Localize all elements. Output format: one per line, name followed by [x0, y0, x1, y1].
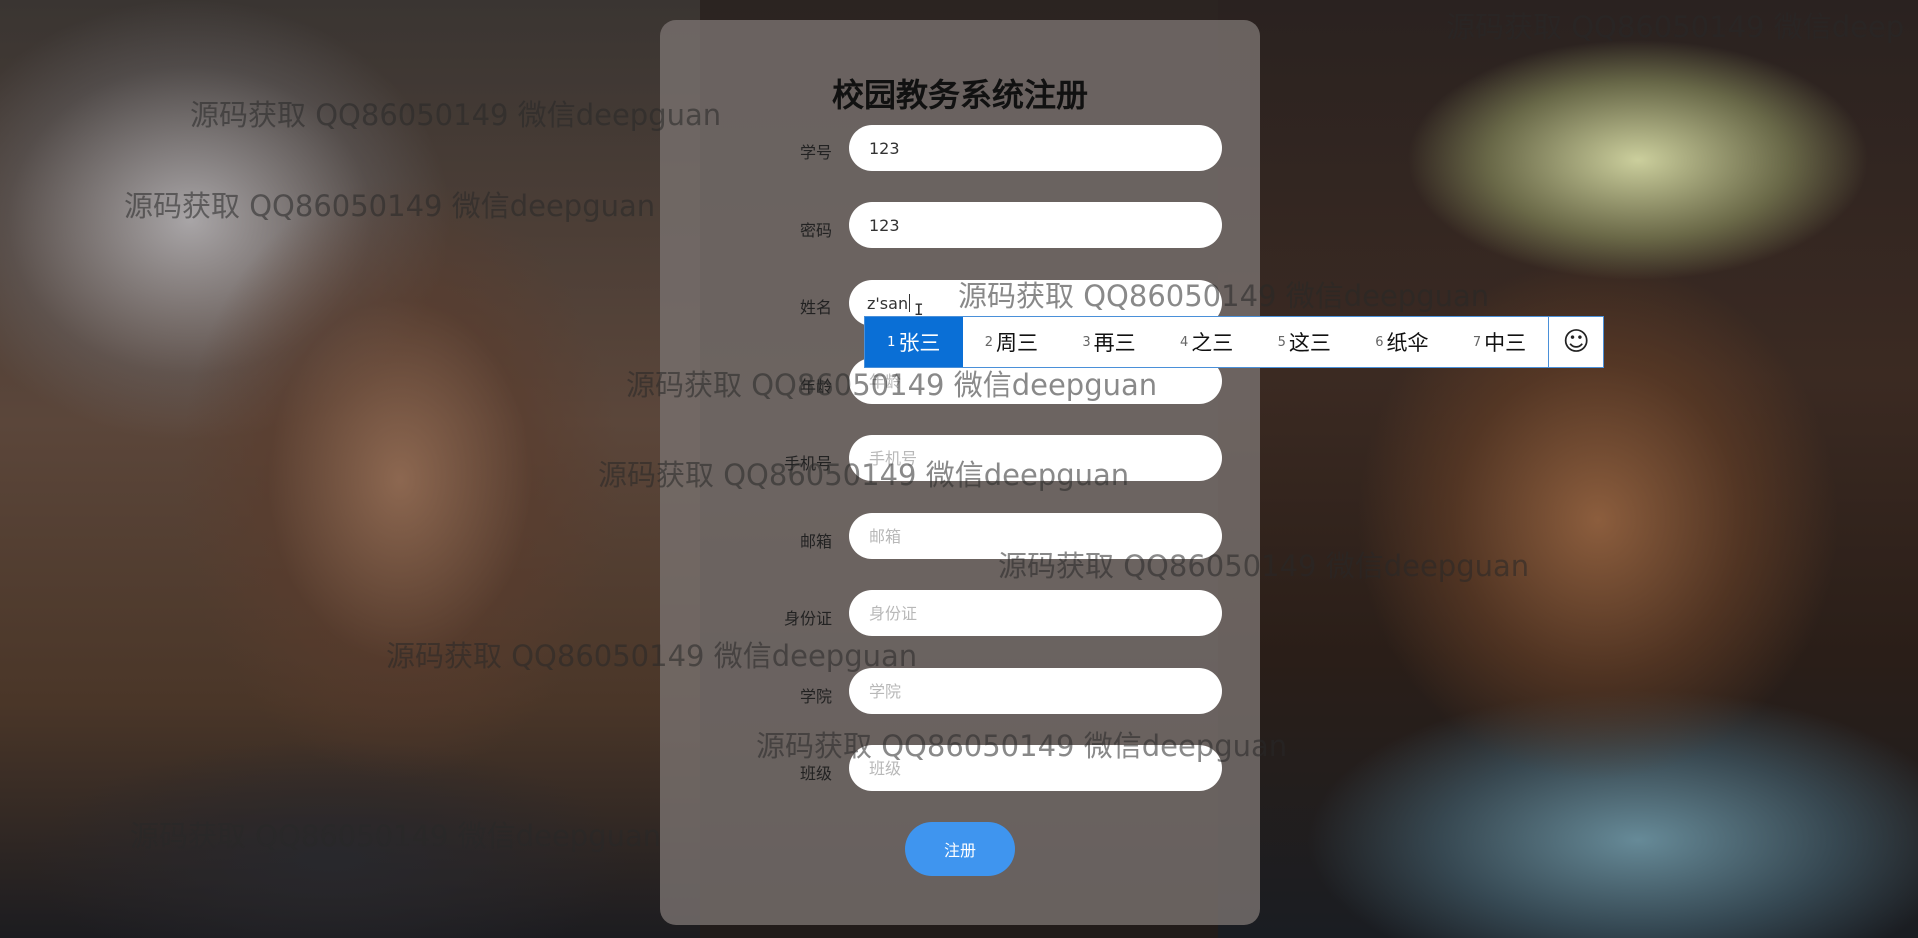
page: 校园教务系统注册 学号 密码 姓名 z'san 年龄 手机号 邮箱 身份证 学院… [0, 0, 1918, 938]
id-card-field[interactable] [849, 590, 1222, 636]
id-card-input[interactable] [867, 602, 1204, 624]
ime-candidate-text: 再三 [1093, 331, 1136, 355]
ime-candidate-text: 中三 [1484, 331, 1527, 355]
ime-candidate-bar: 1 张三 2 周三 3 再三 4 之三 5 这三 6 纸伞 7 中三 ☺ [864, 316, 1604, 368]
ime-candidate-1[interactable]: 1 张三 [865, 317, 963, 367]
ime-candidate-4[interactable]: 4 之三 [1158, 317, 1256, 367]
age-label: 年龄 [799, 377, 832, 396]
ime-candidate-2[interactable]: 2 周三 [963, 317, 1061, 367]
smiley-icon[interactable]: ☺ [1548, 317, 1603, 367]
ime-candidate-7[interactable]: 7 中三 [1451, 317, 1549, 367]
student-id-input[interactable] [867, 137, 1204, 159]
ime-candidate-text: 之三 [1191, 331, 1234, 355]
phone-field[interactable] [849, 435, 1222, 481]
class-input[interactable] [867, 757, 1204, 779]
college-label: 学院 [799, 687, 832, 706]
email-input[interactable] [867, 525, 1204, 547]
id-card-label: 身份证 [783, 609, 832, 628]
page-title: 校园教务系统注册 [831, 76, 1088, 114]
name-composition-text[interactable]: z'san [867, 294, 908, 313]
phone-label: 手机号 [783, 454, 832, 473]
email-label: 邮箱 [799, 532, 832, 551]
text-caret [909, 294, 911, 312]
ime-candidate-5[interactable]: 5 这三 [1255, 317, 1353, 367]
ime-candidate-text: 这三 [1288, 331, 1331, 355]
background-photo-right [1218, 0, 1918, 938]
ime-candidate-index: 4 [1179, 334, 1189, 350]
ime-candidate-index: 3 [1082, 334, 1091, 350]
ime-candidate-index: 6 [1375, 334, 1384, 350]
ime-candidate-index: 2 [984, 334, 994, 350]
password-input[interactable] [867, 214, 1204, 236]
ime-candidate-index: 7 [1472, 334, 1482, 350]
ime-candidate-6[interactable]: 6 纸伞 [1353, 317, 1451, 367]
phone-input[interactable] [867, 447, 1204, 469]
ime-candidate-index: 1 [887, 334, 896, 350]
ime-candidate-3[interactable]: 3 再三 [1060, 317, 1158, 367]
college-field[interactable] [849, 668, 1222, 714]
ime-candidate-index: 5 [1277, 334, 1286, 350]
class-field[interactable] [849, 745, 1222, 791]
student-id-label: 学号 [799, 143, 832, 162]
name-label: 姓名 [799, 298, 832, 317]
background-photo-left [0, 0, 700, 938]
ime-candidate-text: 周三 [996, 331, 1039, 355]
ibeam-cursor-icon: I [914, 300, 924, 319]
student-id-field[interactable] [849, 125, 1222, 171]
college-input[interactable] [867, 680, 1204, 702]
ime-candidate-text: 纸伞 [1386, 331, 1429, 355]
class-label: 班级 [799, 764, 832, 783]
ime-candidate-text: 张三 [898, 331, 941, 355]
age-input[interactable] [867, 370, 1204, 392]
password-field[interactable] [849, 202, 1222, 248]
password-label: 密码 [799, 221, 832, 240]
email-field[interactable] [849, 513, 1222, 559]
register-button[interactable]: 注册 [905, 822, 1015, 876]
